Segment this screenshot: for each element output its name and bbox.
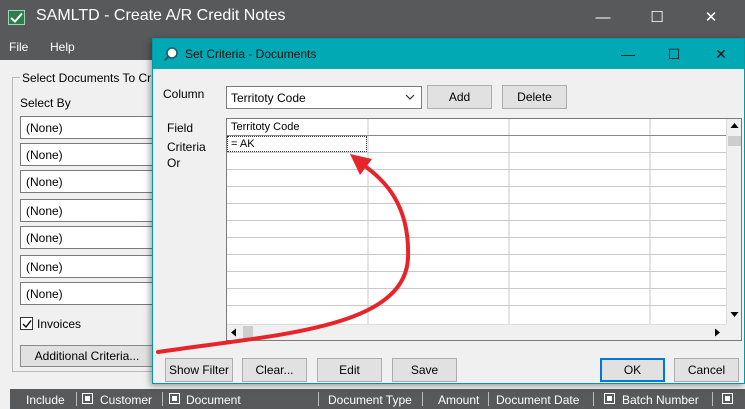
select-documents-group-label: Select Documents To Cr — [20, 71, 154, 85]
show-filter-button[interactable]: Show Filter — [165, 358, 233, 382]
app-check-icon — [8, 10, 25, 25]
col-separator — [318, 392, 319, 406]
maximize-button[interactable]: ☐ — [634, 0, 680, 36]
select-by-field-6[interactable]: (None) — [20, 255, 160, 278]
document-header-icon — [169, 393, 180, 404]
or-row-label: Or — [167, 156, 181, 170]
select-by-field-3[interactable]: (None) — [20, 170, 160, 193]
criteria-cell[interactable]: = AK — [227, 136, 367, 152]
edit-button[interactable]: Edit — [317, 358, 382, 382]
next-column-header-icon — [722, 393, 733, 404]
select-by-field-4[interactable]: (None) — [20, 199, 160, 222]
documents-grid-header: Include Customer Document Document Type … — [10, 389, 745, 409]
menu-help[interactable]: Help — [50, 40, 75, 54]
criteria-row-label: Criteria — [167, 140, 206, 154]
scroll-up-icon[interactable] — [730, 121, 739, 130]
batch-number-header-icon — [604, 393, 615, 404]
col-separator — [422, 392, 423, 406]
criteria-grid[interactable]: Territoty Code = AK — [226, 118, 742, 341]
scroll-corner — [726, 324, 741, 340]
col-separator — [593, 392, 594, 406]
col-amount[interactable]: Amount — [438, 393, 479, 407]
cancel-button[interactable]: Cancel — [674, 358, 739, 382]
minimize-button[interactable]: — — [580, 0, 626, 36]
column-label: Column — [163, 87, 205, 101]
ok-button[interactable]: OK — [600, 358, 665, 382]
scroll-down-icon[interactable] — [730, 310, 739, 319]
col-document-date[interactable]: Document Date — [496, 393, 579, 407]
dialog-close-button[interactable]: ✕ — [698, 39, 744, 69]
invoices-label: Invoices — [37, 317, 82, 331]
col-separator — [712, 392, 713, 406]
dialog-maximize-button[interactable]: ☐ — [651, 39, 697, 69]
scroll-right-icon[interactable] — [713, 328, 722, 337]
col-include[interactable]: Include — [26, 393, 65, 407]
delete-button[interactable]: Delete — [502, 85, 567, 109]
col-customer[interactable]: Customer — [100, 393, 152, 407]
set-criteria-dialog: Set Criteria - Documents — ☐ ✕ Column Te… — [152, 38, 745, 384]
close-button[interactable]: ✕ — [688, 0, 734, 36]
clear-button[interactable]: Clear... — [242, 358, 307, 382]
select-by-field-1[interactable]: (None) — [20, 116, 160, 139]
customer-header-icon — [82, 393, 93, 404]
additional-criteria-button[interactable]: Additional Criteria... — [20, 345, 154, 367]
add-button[interactable]: Add — [427, 85, 492, 109]
menu-file[interactable]: File — [9, 40, 28, 54]
main-title-bar[interactable]: SAMLTD - Create A/R Credit Notes — ☐ ✕ — [0, 0, 745, 36]
col-document[interactable]: Document — [186, 393, 241, 407]
vertical-scroll-thumb[interactable] — [728, 136, 741, 146]
chevron-down-icon[interactable] — [405, 92, 415, 102]
col-separator — [488, 392, 489, 406]
select-by-field-2[interactable]: (None) — [20, 143, 160, 166]
vertical-scrollbar[interactable] — [726, 119, 741, 324]
field-row-label: Field — [167, 121, 194, 135]
dialog-minimize-button[interactable]: — — [605, 39, 651, 69]
horizontal-scroll-thumb[interactable] — [243, 326, 253, 339]
horizontal-scrollbar[interactable] — [227, 324, 726, 340]
grid-column-header[interactable]: Territoty Code — [231, 121, 299, 133]
save-button[interactable]: Save — [392, 358, 457, 382]
scroll-left-icon[interactable] — [229, 328, 238, 337]
select-by-field-5[interactable]: (None) — [20, 226, 160, 249]
invoices-checkbox[interactable] — [20, 317, 33, 330]
col-separator — [162, 392, 163, 406]
search-icon — [163, 47, 178, 62]
dialog-title: Set Criteria - Documents — [185, 47, 317, 61]
col-batch-number[interactable]: Batch Number — [622, 393, 699, 407]
select-by-label: Select By — [20, 96, 71, 110]
column-select[interactable]: Territoty Code — [226, 86, 422, 109]
col-separator — [76, 392, 77, 406]
main-window-title: SAMLTD - Create A/R Credit Notes — [36, 7, 286, 24]
col-document-type[interactable]: Document Type — [328, 393, 412, 407]
column-select-value: Territoty Code — [231, 91, 306, 105]
dialog-title-bar[interactable]: Set Criteria - Documents — ☐ ✕ — [153, 39, 744, 69]
select-by-field-7[interactable]: (None) — [20, 282, 160, 305]
